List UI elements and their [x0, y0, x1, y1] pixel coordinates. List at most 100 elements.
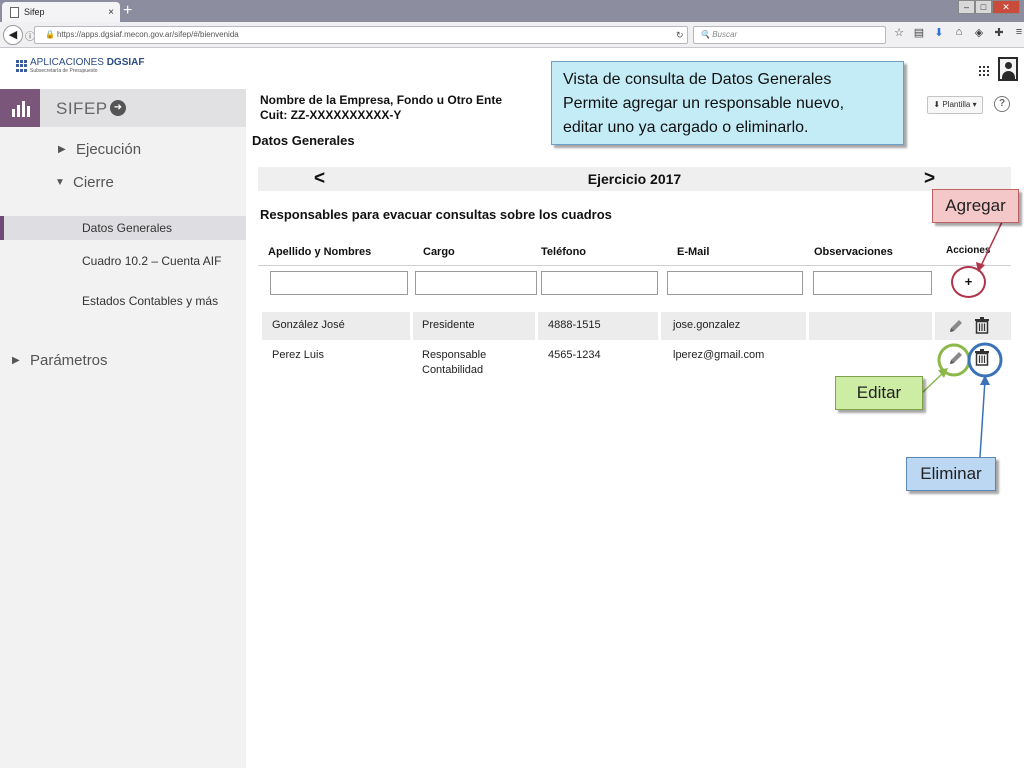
new-nombre-input[interactable] — [270, 271, 408, 295]
new-tab-button[interactable]: + — [123, 1, 132, 21]
company-name: Nombre de la Empresa, Fondo u Otro Ente — [260, 93, 503, 107]
column-header-telefono: Teléfono — [541, 246, 587, 258]
eliminar-annotation: Eliminar — [906, 457, 996, 491]
cell-cargo-line: Contabilidad — [422, 364, 484, 376]
edit-pencil-icon[interactable] — [947, 317, 965, 335]
sidebar-section-ejecucion[interactable]: ▶ Ejecución — [58, 141, 141, 158]
column-header-nombre: Apellido y Nombres — [268, 246, 372, 258]
sidebar-section-cierre[interactable]: ▼ Cierre — [55, 174, 114, 191]
plantilla-label: Plantilla — [942, 100, 971, 109]
caret-down-icon: ▾ — [972, 100, 977, 109]
back-arrow-icon[interactable]: ➜ — [110, 100, 126, 116]
search-placeholder: Buscar — [712, 30, 738, 39]
sidebar-brand: SIFEP ➜ — [0, 89, 246, 127]
callout-line: editar uno ya cargado o eliminarlo. — [563, 119, 809, 136]
eliminar-arrow-head — [980, 375, 990, 385]
logo-title: APLICACIONES DGSIAF — [30, 57, 145, 68]
table-cell-bg — [809, 312, 932, 340]
download-icon[interactable]: ⬇ — [932, 26, 946, 39]
chevron-down-icon: ▼ — [55, 177, 65, 188]
plantilla-dropdown-button[interactable]: ⬇ Plantilla ▾ — [927, 96, 983, 114]
chart-report-icon — [0, 89, 40, 127]
new-cargo-input[interactable] — [415, 271, 537, 295]
chevron-right-icon: ▶ — [12, 355, 20, 366]
callout-line: Permite agregar un responsable nuevo, — [563, 95, 845, 112]
cell-cargo: Responsable Contabilidad — [422, 348, 486, 378]
search-input[interactable]: 🔍 Buscar — [693, 26, 886, 44]
menu-icon[interactable]: ≡ — [1012, 26, 1024, 39]
add-responsable-button[interactable]: + — [951, 266, 986, 298]
cell-cargo-line: Responsable — [422, 349, 487, 361]
browser-nav-bar: ◀ ⓘ 🔒 https://apps.dgsiaf.mecon.gov.ar/si… — [0, 22, 1024, 48]
new-observaciones-input[interactable] — [813, 271, 932, 295]
sidebar-brand-title: SIFEP — [56, 99, 108, 118]
logo-grid-icon — [16, 60, 27, 72]
cell-telefono: 4565-1234 — [548, 349, 601, 361]
sidebar-section-label: Cierre — [73, 174, 114, 191]
close-window-button[interactable]: ✕ — [992, 0, 1020, 14]
column-header-cargo: Cargo — [423, 246, 455, 258]
cell-email: lperez@gmail.com — [673, 349, 765, 361]
dgsiaf-logo: APLICACIONES DGSIAF Subsecretaría de Pre… — [16, 58, 144, 74]
browser-toolbar: ☆ ▤ ⬇ ⌂ ◈ ✚ ≡ — [892, 26, 1024, 39]
year-label: Ejercicio 2017 — [587, 171, 682, 187]
new-telefono-input[interactable] — [541, 271, 658, 295]
browser-tab[interactable]: Sifep × — [2, 2, 120, 22]
reading-list-icon[interactable]: ▤ — [912, 26, 926, 39]
user-avatar-icon[interactable] — [998, 57, 1018, 81]
cell-email: jose.gonzalez — [673, 319, 741, 331]
lock-icon: 🔒 — [45, 30, 55, 39]
page-title: Datos Generales — [252, 133, 355, 148]
download-icon: ⬇ — [933, 100, 941, 109]
editar-arrow-head — [938, 368, 948, 378]
home-icon[interactable]: ⌂ — [952, 26, 966, 39]
column-header-observaciones: Observaciones — [814, 246, 893, 258]
tab-close-icon[interactable]: × — [108, 7, 114, 18]
previous-year-button[interactable]: < — [314, 168, 325, 190]
cell-telefono: 4888-1515 — [548, 319, 601, 331]
editar-arrow — [921, 371, 945, 394]
browser-tab-bar: Sifep × + – □ ✕ — [0, 0, 1024, 22]
new-email-input[interactable] — [667, 271, 803, 295]
next-year-button[interactable]: > — [924, 168, 935, 190]
edit-pencil-icon[interactable] — [947, 349, 965, 367]
company-info: Nombre de la Empresa, Fondo u Otro Ente … — [260, 93, 502, 123]
logo-subtitle: Subsecretaría de Presupuesto — [30, 68, 98, 74]
trash-icon[interactable] — [973, 348, 991, 366]
responsables-title: Responsables para evacuar consultas sobr… — [260, 207, 612, 222]
pocket-icon[interactable]: ◈ — [972, 26, 986, 39]
trash-icon[interactable] — [973, 316, 991, 334]
cell-nombre: Perez Luis — [272, 349, 324, 361]
tab-title: Sifep — [24, 7, 45, 17]
maximize-button[interactable]: □ — [975, 0, 992, 14]
extension-icon[interactable]: ✚ — [992, 26, 1006, 39]
description-callout: Vista de consulta de Datos Generales Per… — [551, 61, 904, 145]
eliminar-arrow — [979, 379, 986, 458]
sidebar-item-datos-generales[interactable]: Datos Generales — [0, 216, 246, 240]
url-text: https://apps.dgsiaf.mecon.gov.ar/sifep/#… — [56, 30, 239, 39]
search-icon: 🔍 — [700, 30, 710, 39]
reload-icon[interactable]: ↻ — [676, 30, 684, 41]
sidebar-item-cuadro-10-2[interactable]: Cuadro 10.2 – Cuenta AIF — [82, 254, 221, 268]
window-controls: – □ ✕ — [958, 0, 1020, 14]
help-icon[interactable]: ? — [994, 96, 1010, 112]
cell-nombre: González José — [272, 319, 345, 331]
page-icon — [10, 6, 19, 18]
cell-cargo: Presidente — [422, 319, 475, 331]
table-header-divider — [258, 265, 1011, 266]
bookmark-star-icon[interactable]: ☆ — [892, 26, 906, 39]
agregar-annotation: Agregar — [932, 189, 1019, 223]
editar-annotation: Editar — [835, 376, 923, 410]
minimize-button[interactable]: – — [958, 0, 975, 14]
company-cuit: Cuit: ZZ-XXXXXXXXXX-Y — [260, 108, 402, 122]
back-button[interactable]: ◀ — [3, 25, 23, 45]
callout-line: Vista de consulta de Datos Generales — [563, 71, 832, 88]
sidebar-item-estados-contables[interactable]: Estados Contables y más — [82, 294, 218, 308]
url-bar[interactable]: 🔒 https://apps.dgsiaf.mecon.gov.ar/sifep/… — [34, 26, 688, 44]
column-header-acciones: Acciones — [946, 245, 991, 256]
apps-grid-icon[interactable] — [979, 66, 989, 76]
sidebar-section-label: Parámetros — [30, 352, 108, 369]
sidebar: SIFEP ➜ ▶ Ejecución ▼ Cierre Datos Gener… — [0, 89, 246, 768]
sidebar-section-parametros[interactable]: ▶ Parámetros — [12, 352, 108, 369]
year-selector: Ejercicio 2017 < > — [258, 167, 1011, 191]
